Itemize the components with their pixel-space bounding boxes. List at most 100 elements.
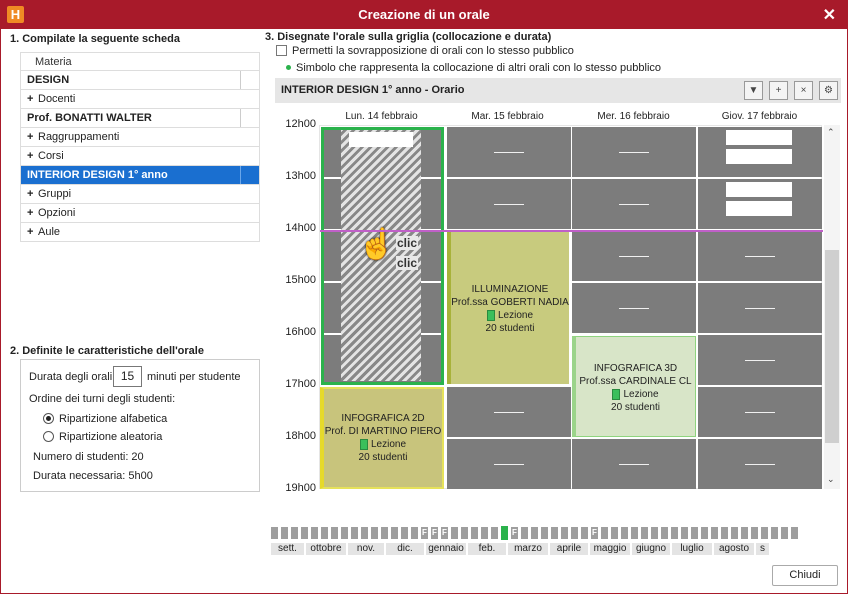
schedule-grid[interactable]: ☝ clic clic ILLUMINAZIONE Prof.ssa GOBER… xyxy=(319,125,823,489)
week-cell[interactable] xyxy=(710,526,719,540)
month-label[interactable]: nov. xyxy=(347,542,385,556)
list-group-item[interactable]: + Opzioni xyxy=(20,204,260,223)
overlap-label[interactable]: Permetti la sovrapposizione di orali con… xyxy=(292,45,574,57)
week-cell[interactable] xyxy=(370,526,379,540)
week-cell[interactable] xyxy=(530,526,539,540)
close-icon[interactable]: ✕ xyxy=(823,5,836,25)
year-timeline[interactable]: FFFFF xyxy=(270,525,800,541)
week-cell[interactable] xyxy=(690,526,699,540)
week-cell[interactable] xyxy=(410,526,419,540)
month-label[interactable]: feb. xyxy=(467,542,507,556)
week-cell[interactable] xyxy=(760,526,769,540)
radio-random[interactable] xyxy=(43,431,54,442)
list-group-item[interactable]: + Corsi xyxy=(20,147,260,166)
month-label[interactable]: agosto xyxy=(713,542,755,556)
month-label[interactable]: maggio xyxy=(589,542,631,556)
grid-cell[interactable] xyxy=(447,179,571,229)
grid-cell[interactable] xyxy=(447,387,571,437)
expand-plus-icon[interactable]: + xyxy=(27,90,36,108)
week-cell[interactable] xyxy=(270,526,279,540)
week-cell[interactable] xyxy=(730,526,739,540)
week-cell[interactable] xyxy=(630,526,639,540)
week-cell[interactable] xyxy=(680,526,689,540)
week-cell[interactable] xyxy=(500,525,509,541)
list-item-selected[interactable]: INTERIOR DESIGN 1° anno xyxy=(20,166,260,185)
month-label[interactable]: gennaio xyxy=(425,542,467,556)
week-cell[interactable]: F xyxy=(440,526,449,540)
grid-cell[interactable] xyxy=(698,387,822,437)
month-label[interactable]: marzo xyxy=(507,542,549,556)
grid-scrollbar[interactable]: ⌃ ⌄ xyxy=(824,125,840,489)
week-cell[interactable] xyxy=(390,526,399,540)
week-cell[interactable]: F xyxy=(510,526,519,540)
scroll-up-icon[interactable]: ⌃ xyxy=(827,127,835,138)
lesson-card[interactable]: INFOGRAFICA 2D Prof. DI MARTINO PIERO Le… xyxy=(320,387,444,489)
list-group-item[interactable]: + Raggruppamenti xyxy=(20,128,260,147)
expand-plus-icon[interactable]: + xyxy=(27,223,36,241)
week-cell[interactable] xyxy=(340,526,349,540)
week-cell[interactable] xyxy=(660,526,669,540)
week-cell[interactable] xyxy=(740,526,749,540)
week-cell[interactable] xyxy=(470,526,479,540)
month-label[interactable]: giugno xyxy=(631,542,671,556)
week-cell[interactable] xyxy=(790,526,799,540)
grid-cell[interactable] xyxy=(572,127,696,177)
grid-cell[interactable] xyxy=(447,127,571,177)
week-cell[interactable] xyxy=(450,526,459,540)
lesson-card[interactable]: ILLUMINAZIONE Prof.ssa GOBERTI NADIA Lez… xyxy=(447,232,569,384)
grid-cell[interactable] xyxy=(698,335,822,385)
week-cell[interactable] xyxy=(460,526,469,540)
week-cell[interactable] xyxy=(550,526,559,540)
week-cell[interactable] xyxy=(600,526,609,540)
week-cell[interactable]: F xyxy=(430,526,439,540)
week-cell[interactable] xyxy=(620,526,629,540)
week-cell[interactable] xyxy=(640,526,649,540)
week-cell[interactable] xyxy=(770,526,779,540)
list-group-item[interactable]: + Aule xyxy=(20,223,260,242)
list-group-item[interactable]: + Gruppi xyxy=(20,185,260,204)
week-cell[interactable] xyxy=(610,526,619,540)
week-cell[interactable] xyxy=(650,526,659,540)
week-cell[interactable] xyxy=(720,526,729,540)
week-cell[interactable] xyxy=(540,526,549,540)
month-label[interactable]: aprile xyxy=(549,542,589,556)
expand-plus-icon[interactable]: + xyxy=(27,128,36,146)
filter-icon[interactable]: ▼ xyxy=(744,81,763,100)
month-label[interactable]: s xyxy=(755,542,770,556)
month-label[interactable]: sett. xyxy=(270,542,305,556)
week-cell[interactable] xyxy=(480,526,489,540)
list-group-item[interactable]: + Docenti xyxy=(20,90,260,109)
expand-plus-icon[interactable]: + xyxy=(27,147,36,165)
week-cell[interactable] xyxy=(750,526,759,540)
week-cell[interactable] xyxy=(560,526,569,540)
grid-cell[interactable] xyxy=(572,179,696,229)
week-cell[interactable] xyxy=(670,526,679,540)
scroll-down-icon[interactable]: ⌄ xyxy=(827,474,835,485)
add-row-icon[interactable]: + xyxy=(769,81,788,100)
scrollbar-thumb[interactable] xyxy=(825,250,839,443)
week-cell[interactable] xyxy=(400,526,409,540)
month-label[interactable]: ottobre xyxy=(305,542,347,556)
week-cell[interactable] xyxy=(280,526,289,540)
expand-plus-icon[interactable]: + xyxy=(27,204,36,222)
list-value[interactable]: Prof. BONATTI WALTER xyxy=(20,109,260,128)
week-cell[interactable] xyxy=(360,526,369,540)
grid-cell[interactable] xyxy=(572,439,696,489)
week-cell[interactable]: F xyxy=(420,526,429,540)
grid-cell[interactable] xyxy=(698,283,822,333)
week-cell[interactable] xyxy=(490,526,499,540)
week-cell[interactable] xyxy=(780,526,789,540)
week-cell[interactable] xyxy=(700,526,709,540)
week-cell[interactable] xyxy=(520,526,529,540)
expand-plus-icon[interactable]: + xyxy=(27,185,36,203)
grid-cell[interactable] xyxy=(698,231,822,281)
lesson-card[interactable]: INFOGRAFICA 3D Prof.ssa CARDINALE CL Lez… xyxy=(572,336,696,437)
week-cell[interactable] xyxy=(310,526,319,540)
list-value[interactable]: DESIGN xyxy=(20,71,260,90)
grid-cell[interactable] xyxy=(698,439,822,489)
radio-alphabetical-label[interactable]: Ripartizione alfabetica xyxy=(59,413,167,425)
week-cell[interactable] xyxy=(320,526,329,540)
radio-alphabetical[interactable] xyxy=(43,413,54,424)
radio-random-label[interactable]: Ripartizione aleatoria xyxy=(59,431,162,443)
grid-cell[interactable] xyxy=(572,283,696,333)
